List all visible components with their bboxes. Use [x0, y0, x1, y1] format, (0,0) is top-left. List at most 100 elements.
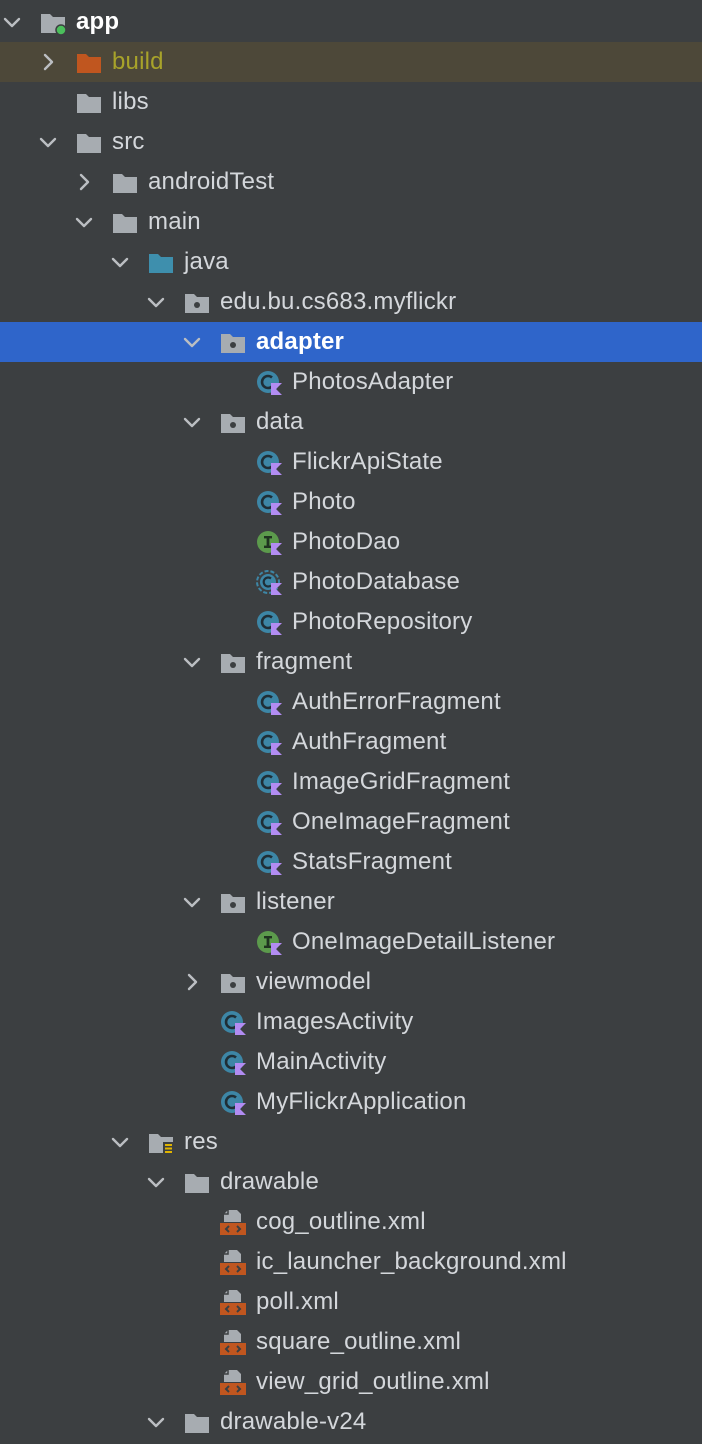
- tree-node-label: MyFlickrApplication: [256, 1088, 467, 1115]
- tree-node-cog-outline-xml[interactable]: cog_outline.xml: [0, 1202, 702, 1242]
- tree-node-statsfragment[interactable]: StatsFragment: [0, 842, 702, 882]
- kotlin-interface-icon: [255, 528, 283, 556]
- package-icon: [219, 648, 247, 676]
- chevron-down-icon[interactable]: [180, 650, 204, 674]
- tree-node-main[interactable]: main: [0, 202, 702, 242]
- tree-node-photo[interactable]: Photo: [0, 482, 702, 522]
- tree-node-drawable[interactable]: drawable: [0, 1162, 702, 1202]
- tree-node-viewmodel[interactable]: viewmodel: [0, 962, 702, 1002]
- tree-node-poll-xml[interactable]: poll.xml: [0, 1282, 702, 1322]
- tree-node-src[interactable]: src: [0, 122, 702, 162]
- folder-icon: [111, 168, 139, 196]
- tree-node-label: PhotoRepository: [292, 608, 473, 635]
- kotlin-class-icon: [255, 688, 283, 716]
- excluded-folder-icon: [75, 48, 103, 76]
- chevron-down-icon[interactable]: [180, 890, 204, 914]
- kotlin-class-icon: [255, 488, 283, 516]
- tree-node-label: PhotoDao: [292, 528, 401, 555]
- tree-node-app[interactable]: app: [0, 2, 702, 42]
- package-icon: [219, 408, 247, 436]
- tree-node-oneimagedetaillistener[interactable]: OneImageDetailListener: [0, 922, 702, 962]
- tree-node-square-outline-xml[interactable]: square_outline.xml: [0, 1322, 702, 1362]
- tree-node-edu-bu-cs683-myflickr[interactable]: edu.bu.cs683.myflickr: [0, 282, 702, 322]
- package-icon: [183, 288, 211, 316]
- chevron-down-icon[interactable]: [180, 330, 204, 354]
- tree-node-label: java: [184, 248, 229, 275]
- folder-icon: [111, 208, 139, 236]
- tree-node-oneimagefragment[interactable]: OneImageFragment: [0, 802, 702, 842]
- tree-node-label: StatsFragment: [292, 848, 452, 875]
- package-icon: [219, 888, 247, 916]
- folder-icon: [75, 88, 103, 116]
- kotlin-abstract-class-icon: [255, 568, 283, 596]
- tree-node-label: PhotosAdapter: [292, 368, 454, 395]
- kotlin-class-icon: [255, 448, 283, 476]
- chevron-down-icon[interactable]: [144, 1170, 168, 1194]
- tree-node-ic-launcher-background-xml[interactable]: ic_launcher_background.xml: [0, 1242, 702, 1282]
- tree-node-label: libs: [112, 88, 149, 115]
- tree-node-adapter[interactable]: adapter: [0, 322, 702, 362]
- tree-node-view-grid-outline-xml[interactable]: view_grid_outline.xml: [0, 1362, 702, 1402]
- tree-node-java[interactable]: java: [0, 242, 702, 282]
- tree-node-label: square_outline.xml: [256, 1328, 462, 1355]
- kotlin-class-icon: [255, 608, 283, 636]
- xml-file-icon: [219, 1248, 247, 1276]
- tree-node-res[interactable]: res: [0, 1122, 702, 1162]
- tree-node-data[interactable]: data: [0, 402, 702, 442]
- resource-folder-icon: [147, 1128, 175, 1156]
- chevron-down-icon[interactable]: [108, 1130, 132, 1154]
- kotlin-class-icon: [255, 808, 283, 836]
- tree-node-imagegridfragment[interactable]: ImageGridFragment: [0, 762, 702, 802]
- tree-node-fragment[interactable]: fragment: [0, 642, 702, 682]
- xml-file-icon: [219, 1288, 247, 1316]
- chevron-down-icon[interactable]: [108, 250, 132, 274]
- chevron-down-icon[interactable]: [0, 10, 24, 34]
- tree-node-photosadapter[interactable]: PhotosAdapter: [0, 362, 702, 402]
- xml-file-icon: [219, 1328, 247, 1356]
- tree-node-label: AuthFragment: [292, 728, 447, 755]
- tree-node-label: OneImageFragment: [292, 808, 510, 835]
- chevron-down-icon[interactable]: [72, 210, 96, 234]
- tree-node-libs[interactable]: libs: [0, 82, 702, 122]
- tree-node-mainactivity[interactable]: MainActivity: [0, 1042, 702, 1082]
- folder-icon: [183, 1168, 211, 1196]
- tree-node-androidtest[interactable]: androidTest: [0, 162, 702, 202]
- kotlin-class-icon: [255, 768, 283, 796]
- tree-node-imagesactivity[interactable]: ImagesActivity: [0, 1002, 702, 1042]
- tree-node-label: cog_outline.xml: [256, 1208, 426, 1235]
- tree-node-label: adapter: [256, 328, 345, 355]
- tree-node-myflickrapplication[interactable]: MyFlickrApplication: [0, 1082, 702, 1122]
- tree-node-label: androidTest: [148, 168, 275, 195]
- tree-node-listener[interactable]: listener: [0, 882, 702, 922]
- xml-file-icon: [219, 1368, 247, 1396]
- package-icon: [219, 328, 247, 356]
- tree-node-photorepository[interactable]: PhotoRepository: [0, 602, 702, 642]
- tree-node-label: Photo: [292, 488, 356, 515]
- tree-node-label: FlickrApiState: [292, 448, 443, 475]
- chevron-right-icon[interactable]: [36, 50, 60, 74]
- chevron-down-icon[interactable]: [144, 290, 168, 314]
- tree-node-flickrapistate[interactable]: FlickrApiState: [0, 442, 702, 482]
- kotlin-class-icon: [255, 848, 283, 876]
- tree-node-label: PhotoDatabase: [292, 568, 461, 595]
- kotlin-interface-icon: [255, 928, 283, 956]
- tree-node-authfragment[interactable]: AuthFragment: [0, 722, 702, 762]
- tree-node-drawable-v24[interactable]: drawable-v24: [0, 1402, 702, 1442]
- tree-node-photodatabase[interactable]: PhotoDatabase: [0, 562, 702, 602]
- tree-node-photodao[interactable]: PhotoDao: [0, 522, 702, 562]
- tree-node-label: build: [112, 48, 164, 75]
- tree-node-label: MainActivity: [256, 1048, 387, 1075]
- tree-node-label: poll.xml: [256, 1288, 339, 1315]
- tree-node-label: data: [256, 408, 304, 435]
- tree-node-build[interactable]: build: [0, 42, 702, 82]
- tree-node-label: ImagesActivity: [256, 1008, 414, 1035]
- chevron-right-icon[interactable]: [180, 970, 204, 994]
- chevron-down-icon[interactable]: [36, 130, 60, 154]
- chevron-down-icon[interactable]: [180, 410, 204, 434]
- tree-node-label: ic_launcher_background.xml: [256, 1248, 567, 1275]
- tree-node-autherrorfragment[interactable]: AuthErrorFragment: [0, 682, 702, 722]
- chevron-down-icon[interactable]: [144, 1410, 168, 1434]
- tree-node-label: app: [76, 8, 120, 35]
- chevron-right-icon[interactable]: [72, 170, 96, 194]
- tree-node-label: listener: [256, 888, 335, 915]
